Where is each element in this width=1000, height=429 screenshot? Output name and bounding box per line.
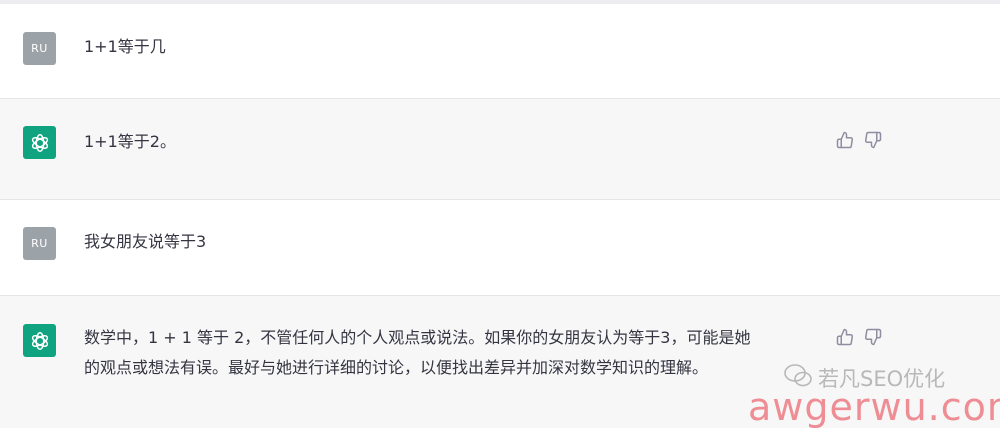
- message-text: 数学中，1 + 1 等于 2，不管任何人的个人观点或说法。如果你的女朋友认为等于…: [84, 323, 750, 383]
- user-avatar-initials: RU: [31, 42, 48, 55]
- chatgpt-avatar: [23, 324, 56, 357]
- message-text: 1+1等于2。: [84, 132, 176, 151]
- thumbs-down-icon[interactable]: [864, 328, 882, 346]
- message-text: 1+1等于几: [84, 37, 166, 56]
- openai-logo-icon: [31, 331, 48, 350]
- feedback-buttons: [836, 328, 882, 346]
- user-avatar: RU: [23, 32, 56, 65]
- thumbs-up-icon[interactable]: [836, 131, 854, 149]
- thumbs-down-icon[interactable]: [864, 131, 882, 149]
- watermark-url: awgerwu.com: [748, 385, 1000, 429]
- openai-logo-icon: [31, 133, 48, 152]
- message-row-user: RU 1+1等于几: [0, 4, 1000, 99]
- message-row-assistant: 1+1等于2。: [0, 99, 1000, 200]
- user-avatar-initials: RU: [31, 237, 48, 250]
- message-row-user: RU 我女朋友说等于3: [0, 200, 1000, 296]
- thumbs-up-icon[interactable]: [836, 328, 854, 346]
- message-line: 数学中，1 + 1 等于 2，不管任何人的个人观点或说法。如果你的女朋友认为等于…: [84, 328, 751, 347]
- user-avatar: RU: [23, 227, 56, 260]
- message-line: 的观点或想法有误。最好与她进行详细的讨论，以便找出差异并加深对数学知识的理解。: [84, 358, 709, 377]
- feedback-buttons: [836, 131, 882, 149]
- chatgpt-avatar: [23, 126, 56, 159]
- message-text: 我女朋友说等于3: [84, 232, 207, 251]
